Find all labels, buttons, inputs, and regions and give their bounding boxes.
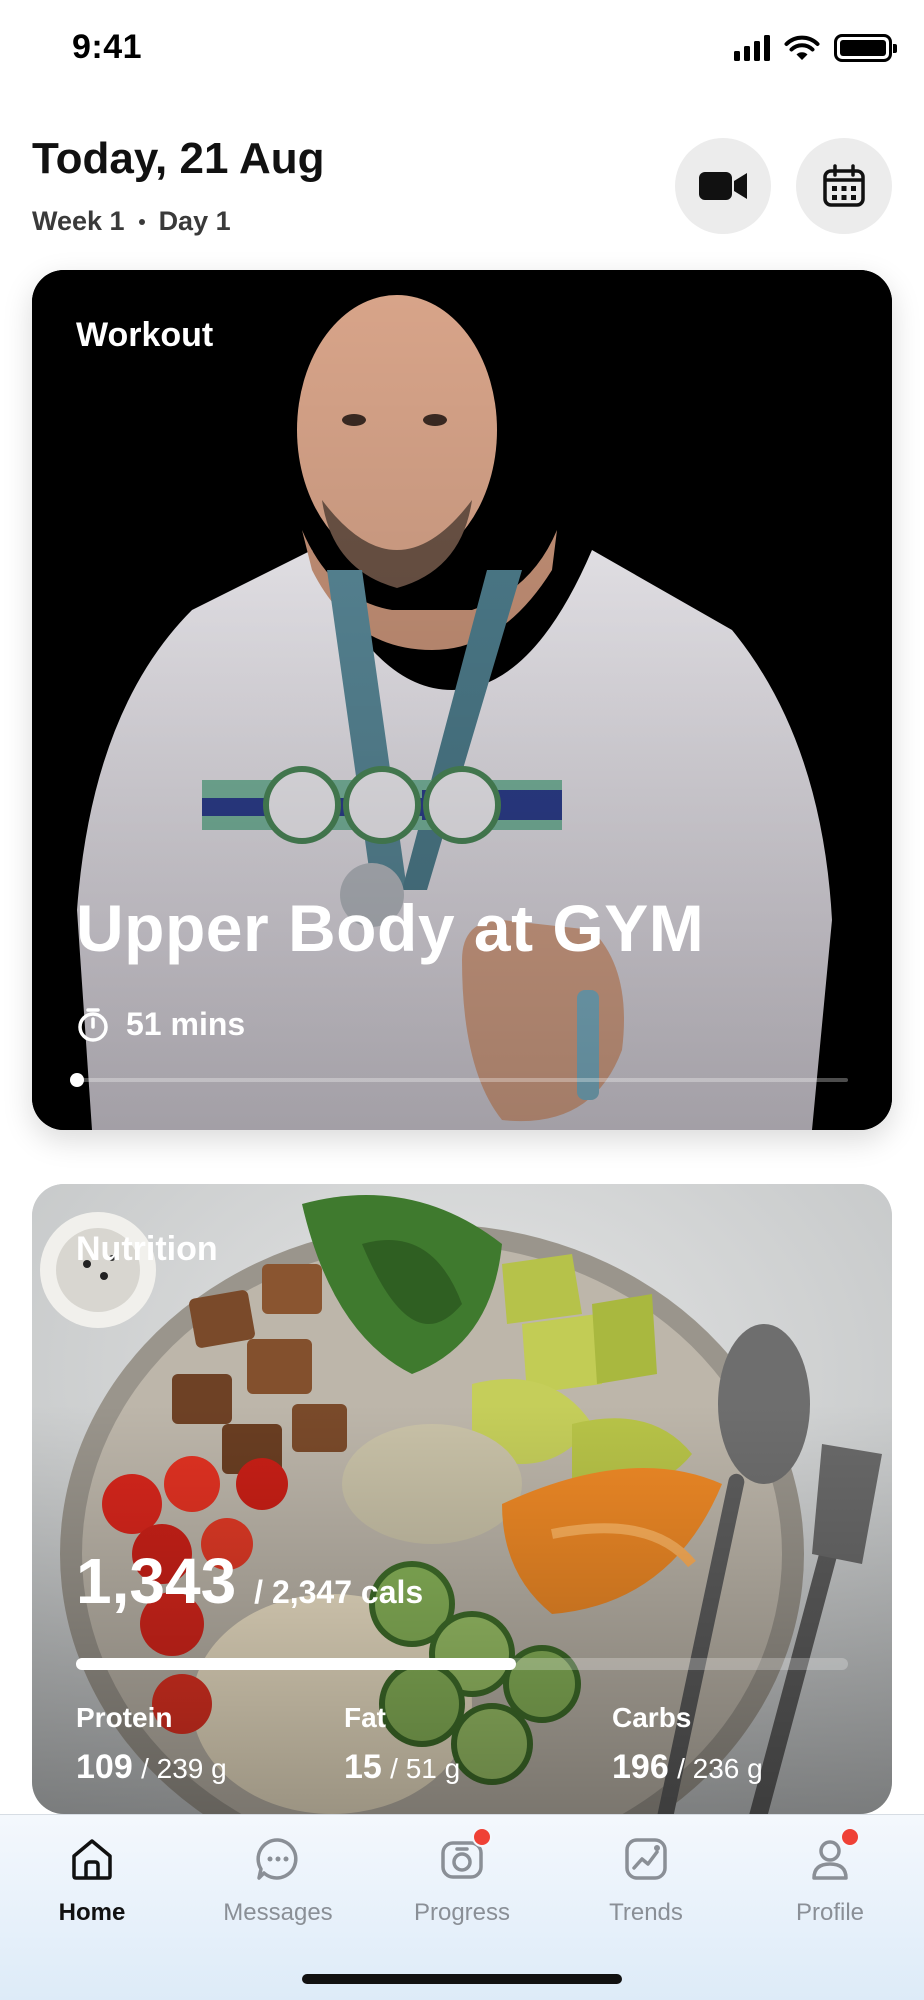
macro-label: Carbs xyxy=(612,1702,692,1733)
workout-progress-knob xyxy=(70,1073,84,1087)
home-icon xyxy=(66,1833,118,1885)
macro-value: 196 / 236 g xyxy=(612,1748,763,1787)
macro-carbs: Carbs 196 / 236 g xyxy=(612,1702,763,1787)
tab-progress[interactable]: Progress xyxy=(382,1827,542,1927)
calorie-progress-fill xyxy=(76,1658,517,1670)
calendar-button[interactable] xyxy=(796,138,892,234)
tab-trends[interactable]: Trends xyxy=(566,1833,726,1927)
calorie-summary: 1,343 / 2,347 cals xyxy=(76,1544,423,1618)
macro-amount: 15 xyxy=(344,1748,382,1786)
macro-label: Fat xyxy=(344,1702,386,1733)
workout-progress-bar xyxy=(70,1073,848,1087)
page-title: Today, 21 Aug xyxy=(32,134,325,183)
calories-total: / 2,347 cals xyxy=(254,1574,424,1610)
macro-value: 15 / 51 g xyxy=(344,1748,460,1787)
macro-fat: Fat 15 / 51 g xyxy=(344,1702,460,1787)
notification-badge xyxy=(840,1827,860,1847)
macro-protein: Protein 109 / 239 g xyxy=(76,1702,227,1787)
tab-label: Messages xyxy=(223,1899,333,1926)
notification-badge xyxy=(472,1827,492,1847)
bottom-tab-bar: Home Messages Progress Trends Profile xyxy=(0,1814,924,2000)
nutrition-card[interactable]: Nutrition 1,343 / 2,347 cals Protein 109… xyxy=(32,1184,892,1814)
nutrition-label: Nutrition xyxy=(76,1230,218,1268)
tab-label: Trends xyxy=(609,1899,683,1926)
workout-photo xyxy=(32,270,892,1130)
duration-text: 51 mins xyxy=(126,1006,246,1042)
calories-eaten: 1,343 xyxy=(76,1545,237,1617)
workout-duration: 51 mins xyxy=(76,1006,245,1043)
tab-home[interactable]: Home xyxy=(12,1833,172,1927)
video-camera-icon xyxy=(699,172,747,200)
macro-value: 109 / 239 g xyxy=(76,1748,227,1787)
chat-icon xyxy=(252,1833,304,1885)
status-time: 9:41 xyxy=(72,28,143,66)
separator-dot xyxy=(138,218,145,225)
stopwatch-icon xyxy=(78,1007,108,1042)
macro-label: Protein xyxy=(76,1702,173,1733)
macro-target: / 51 g xyxy=(390,1753,461,1784)
workout-label: Workout xyxy=(76,316,214,354)
week-day-subtitle: Week 1 Day 1 xyxy=(32,206,231,237)
video-call-button[interactable] xyxy=(675,138,771,234)
macro-amount: 109 xyxy=(76,1748,133,1786)
macro-target: / 236 g xyxy=(677,1753,763,1784)
day-label: Day 1 xyxy=(158,206,231,236)
macro-target: / 239 g xyxy=(141,1753,227,1784)
workout-title: Upper Body at GYM xyxy=(76,891,705,965)
calendar-icon xyxy=(823,164,865,207)
profile-icon xyxy=(804,1827,860,1885)
tab-messages[interactable]: Messages xyxy=(198,1833,358,1927)
wifi-icon xyxy=(784,35,820,60)
battery-icon xyxy=(834,34,897,62)
calorie-progress-bar xyxy=(76,1658,848,1670)
status-icons xyxy=(734,34,897,62)
trend-chart-icon xyxy=(620,1833,672,1885)
tab-profile[interactable]: Profile xyxy=(750,1827,910,1927)
tab-label: Profile xyxy=(795,1899,865,1926)
tab-label: Home xyxy=(58,1899,126,1926)
cellular-signal-icon xyxy=(734,35,770,61)
workout-card[interactable]: Workout Upper Body at GYM 51 mins xyxy=(32,270,892,1130)
week-label: Week 1 xyxy=(32,206,125,236)
macro-amount: 196 xyxy=(612,1748,669,1786)
tab-label: Progress xyxy=(413,1899,511,1926)
status-bar: 9:41 xyxy=(0,0,924,100)
home-indicator xyxy=(302,1974,622,1984)
camera-progress-icon xyxy=(436,1827,492,1885)
